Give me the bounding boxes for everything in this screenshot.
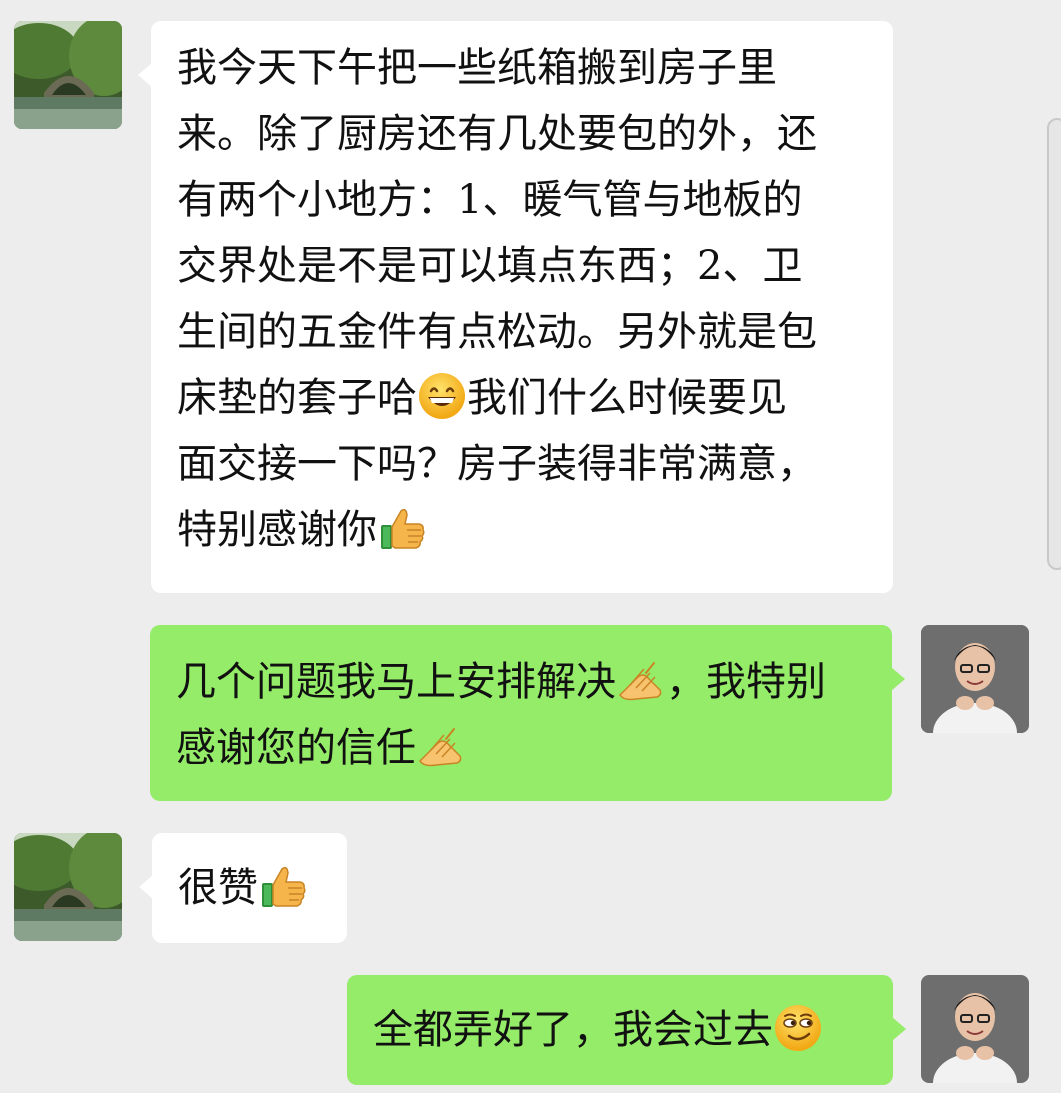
contact-avatar[interactable] (14, 21, 122, 129)
message-text-line: 很赞 (178, 855, 337, 921)
message-text: ，我特别 (666, 659, 826, 705)
message-text-line: 特别感谢你 (177, 497, 873, 563)
incoming-message-bubble[interactable]: 我今天下午把一些纸箱搬到房子里 来。除了厨房还有几处要包的外，还 有两个小地方：1、… (138, 21, 893, 593)
message-text-line: 来。除了厨房还有几处要包的外，还 (177, 101, 873, 167)
message-text-line: 生间的五金件有点松动。另外就是包 (177, 299, 873, 365)
my-avatar[interactable] (921, 625, 1029, 733)
message-text: 有两个小地方：1、暖气管与地板的 (177, 177, 803, 223)
message-text: 感谢您的信任 (176, 725, 416, 771)
grinning-face-icon (417, 371, 467, 421)
message-text: 我今天下午把一些纸箱搬到房子里 (177, 45, 777, 91)
bubble-tail (892, 1017, 906, 1041)
incoming-message-bubble[interactable]: 很赞 (139, 833, 347, 943)
bubble-tail (139, 875, 153, 899)
bubble-tail (891, 667, 905, 691)
message-text-line: 床垫的套子哈 我们什么时候要见 (177, 365, 873, 431)
smirking-face-icon (773, 1003, 823, 1053)
bubble-tail (138, 63, 152, 87)
fist-bump-icon (416, 721, 466, 771)
message-text: 特别感谢你 (177, 507, 377, 553)
message-text: 很赞 (178, 865, 258, 911)
thumbs-up-icon (258, 861, 308, 911)
portrait-photo (921, 625, 1029, 733)
landscape-photo (14, 21, 122, 129)
message-text: 面交接一下吗？房子装得非常满意， (177, 441, 817, 487)
message-text: 交界处是不是可以填点东西；2、卫 (177, 243, 803, 289)
portrait-photo (921, 975, 1029, 1083)
message-text-line: 有两个小地方：1、暖气管与地板的 (177, 167, 873, 233)
message-text: 来。除了厨房还有几处要包的外，还 (177, 111, 817, 157)
message-text: 生间的五金件有点松动。另外就是包 (177, 309, 817, 355)
message-text-line: 我今天下午把一些纸箱搬到房子里 (177, 35, 873, 101)
contact-avatar[interactable] (14, 833, 122, 941)
message-text-line: 面交接一下吗？房子装得非常满意， (177, 431, 873, 497)
fist-bump-icon (616, 655, 666, 705)
scrollbar-handle[interactable] (1047, 118, 1061, 570)
outgoing-message-bubble[interactable]: 全都弄好了，我会过去 (347, 975, 906, 1085)
landscape-photo (14, 833, 122, 941)
message-text-line: 几个问题我马上安排解决 ，我特别 (176, 649, 872, 715)
message-text-line: 感谢您的信任 (176, 715, 872, 781)
thumbs-up-icon (377, 503, 427, 553)
message-text-line: 全都弄好了，我会过去 (373, 997, 883, 1063)
message-text: 几个问题我马上安排解决 (176, 659, 616, 705)
message-text: 全都弄好了，我会过去 (373, 1007, 773, 1053)
outgoing-message-bubble[interactable]: 几个问题我马上安排解决 ，我特别感谢您的信任 (150, 625, 905, 801)
message-text-line: 交界处是不是可以填点东西；2、卫 (177, 233, 873, 299)
message-text: 床垫的套子哈 (177, 375, 417, 421)
message-text: 我们什么时候要见 (467, 375, 787, 421)
my-avatar[interactable] (921, 975, 1029, 1083)
